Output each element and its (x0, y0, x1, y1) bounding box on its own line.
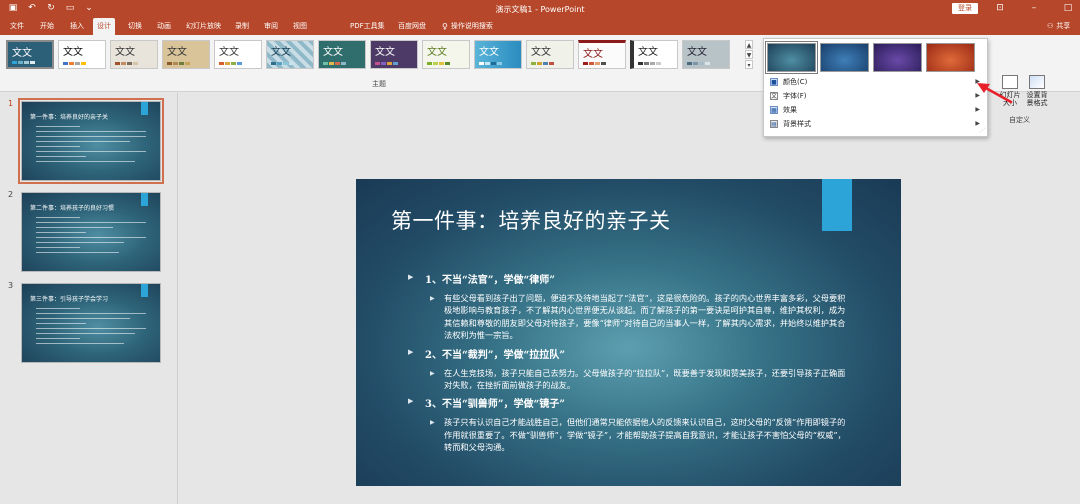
tab-slideshow[interactable]: 幻灯片放映 (182, 18, 225, 35)
thumbnail-title: 第二件事：培养孩子的良好习惯 (30, 205, 115, 212)
slide-thumbnail-1[interactable]: 第一件事：培养良好的亲子关 (18, 98, 164, 184)
theme-thumbnail[interactable]: 文文 (370, 40, 418, 69)
ribbon-tabs: 文件 开始 插入 设计 切换 动画 幻灯片放映 录制 审阅 视图 PDF工具集 … (0, 18, 1080, 35)
maximize-icon[interactable]: □ (1063, 2, 1073, 14)
tab-baidu-netdisk[interactable]: 百度网盘 (394, 18, 430, 35)
theme-thumbnail[interactable]: 文文 (526, 40, 574, 69)
tab-review[interactable]: 审阅 (260, 18, 282, 35)
tab-home[interactable]: 开始 (36, 18, 58, 35)
section-heading: 3、不当“驯兽师”，学做“镜子” (408, 395, 853, 410)
thumbnail-title: 第三件事：引导孩子学会学习 (30, 296, 109, 303)
window-controls: ⊡ – □ ✕ (995, 2, 1080, 14)
bullet-icon: ▶ (430, 295, 435, 302)
thumbnail-number: 2 (8, 190, 14, 199)
tab-transitions[interactable]: 切换 (124, 18, 146, 35)
section-paragraph: ▶ 孩子只有认识自己才能战胜自己，但他们通常只能依据他人的反馈来认识自己，这时父母… (430, 417, 846, 453)
slide-accent-tab (822, 179, 852, 231)
theme-thumbnail[interactable]: 文文 (266, 40, 314, 69)
section-paragraph: ▶ 有些父母看到孩子出了问题，便迫不及待地当起了“法官”，这是很危险的。孩子的内心… (430, 293, 846, 341)
effects-icon: ▦ (770, 106, 778, 114)
red-arrow-annotation-icon (977, 83, 1013, 104)
slide-thumbnail-3[interactable]: 第三件事：引导孩子学会学习 (21, 283, 161, 363)
theme-thumbnail[interactable]: 文文 (58, 40, 106, 69)
variant-orange[interactable] (926, 43, 975, 72)
thumbnail-accent-tab (141, 284, 148, 297)
theme-thumbnail[interactable]: 文文 (6, 40, 54, 69)
slide-content-placeholder[interactable]: 1、不当“法官”，学做“律师” ▶有些父母看到孩子出了问题，便迫不及待地当起了“… (408, 271, 853, 458)
menu-item-background-styles[interactable]: ▤ 背景样式 ▶ (766, 117, 986, 131)
scroll-down-icon[interactable]: ▼ (745, 50, 753, 59)
color-palette-icon: ■ (770, 78, 778, 86)
thumbnail-accent-tab (141, 193, 148, 206)
theme-thumbnail[interactable]: 文文 (162, 40, 210, 69)
minimize-icon[interactable]: – (1029, 2, 1039, 14)
thumbnail-number: 3 (8, 281, 14, 290)
theme-thumbnail[interactable]: 文文 (422, 40, 470, 69)
menu-item-colors[interactable]: ■ 颜色(C) ▶ (766, 75, 986, 89)
theme-thumbnail[interactable]: 文文 (110, 40, 158, 69)
format-background-button[interactable]: 设置背 景格式 (1022, 75, 1052, 107)
theme-thumbnail[interactable]: 文文 (214, 40, 262, 69)
tab-animations[interactable]: 动画 (153, 18, 175, 35)
slide-thumbnails-pane: 1 第一件事：培养良好的亲子关 2 第二件事：培养孩子的良好习惯 3 第三件事：… (0, 93, 178, 504)
bullet-icon: ▶ (430, 419, 435, 427)
chevron-right-icon: ▶ (975, 120, 980, 127)
title-bar: ▣ ↶ ↻ ▭ ⌄ 演示文稿1 - PowerPoint 登录 ⊡ – □ ✕ (0, 0, 1080, 18)
variants-gallery: ■ 颜色(C) ▶ 文 字体(F) ▶ ▦ 效果 ▶ ▤ 背景样式 ▶ ⋰ (763, 38, 988, 137)
themes-gallery: 文文 文文 文文 文文 文文 文文 文文 文文 文文 文文 文文 文文 文文 文… (6, 40, 730, 69)
share-button[interactable]: ⚇ 共享 (1047, 18, 1070, 35)
tell-me-search[interactable]: ♀ 操作说明搜索 (442, 18, 493, 35)
chevron-right-icon: ▶ (975, 106, 980, 113)
themes-group-label: 主题 (372, 80, 386, 88)
thumbnail-title: 第一件事：培养良好的亲子关 (30, 114, 109, 121)
bullet-icon: ▶ (430, 369, 435, 377)
menu-item-fonts[interactable]: 文 字体(F) ▶ (766, 89, 986, 103)
theme-thumbnail[interactable]: 文文 (474, 40, 522, 69)
variant-blue[interactable] (820, 43, 869, 72)
section-paragraph: ▶ 在人生竞技场，孩子只能自己去努力。父母做孩子的“拉拉队”，既要善于发现和赞美孩… (430, 367, 846, 391)
section-heading: 2、不当“裁判”，学做“拉拉队” (408, 346, 853, 361)
menu-item-effects[interactable]: ▦ 效果 ▶ (766, 103, 986, 117)
thumbnail-number: 1 (8, 99, 14, 108)
background-style-icon: ▤ (770, 120, 778, 128)
theme-thumbnail[interactable]: 文文 (578, 40, 626, 69)
tab-view[interactable]: 视图 (289, 18, 311, 35)
tab-file[interactable]: 文件 (6, 18, 28, 35)
ribbon-display-icon[interactable]: ⊡ (995, 2, 1005, 14)
tab-record[interactable]: 录制 (231, 18, 253, 35)
thumbnail-text-lines (36, 308, 146, 348)
theme-thumbnail[interactable]: 文文 (630, 40, 678, 69)
variant-purple[interactable] (873, 43, 922, 72)
theme-thumbnail[interactable]: 文文 (682, 40, 730, 69)
font-icon: 文 (770, 92, 778, 100)
thumbnail-text-lines (36, 126, 146, 166)
slide-title[interactable]: 第一件事：培养良好的亲子关 (391, 205, 671, 235)
variants-menu: ■ 颜色(C) ▶ 文 字体(F) ▶ ▦ 效果 ▶ ▤ 背景样式 ▶ (766, 75, 986, 131)
customize-group-label: 自定义 (1009, 116, 1030, 124)
resize-grip-icon[interactable]: ⋰ (979, 127, 985, 134)
thumbnail-text-lines (36, 217, 146, 257)
person-icon: ⚇ (1047, 22, 1054, 30)
thumbnail-accent-tab (141, 102, 148, 115)
tab-pdf-tools[interactable]: PDF工具集 (346, 18, 389, 35)
themes-scroll: ▲ ▼ ▾ (745, 40, 753, 70)
section-heading: 1、不当“法官”，学做“律师” (408, 271, 853, 286)
format-background-icon (1029, 75, 1045, 89)
login-button[interactable]: 登录 (952, 3, 978, 14)
slide-thumbnail-2[interactable]: 第二件事：培养孩子的良好习惯 (21, 192, 161, 272)
variants-row (765, 41, 975, 74)
scroll-up-icon[interactable]: ▲ (745, 40, 753, 49)
variant-teal[interactable] (765, 41, 818, 74)
theme-thumbnail[interactable]: 文文 (318, 40, 366, 69)
tab-insert[interactable]: 插入 (66, 18, 88, 35)
lightbulb-icon: ♀ (442, 22, 448, 31)
more-themes-icon[interactable]: ▾ (745, 60, 753, 69)
tab-design[interactable]: 设计 (93, 18, 115, 35)
slide-canvas[interactable]: 第一件事：培养良好的亲子关 1、不当“法官”，学做“律师” ▶有些父母看到孩子出… (356, 179, 901, 486)
document-title: 演示文稿1 - PowerPoint (495, 5, 585, 14)
